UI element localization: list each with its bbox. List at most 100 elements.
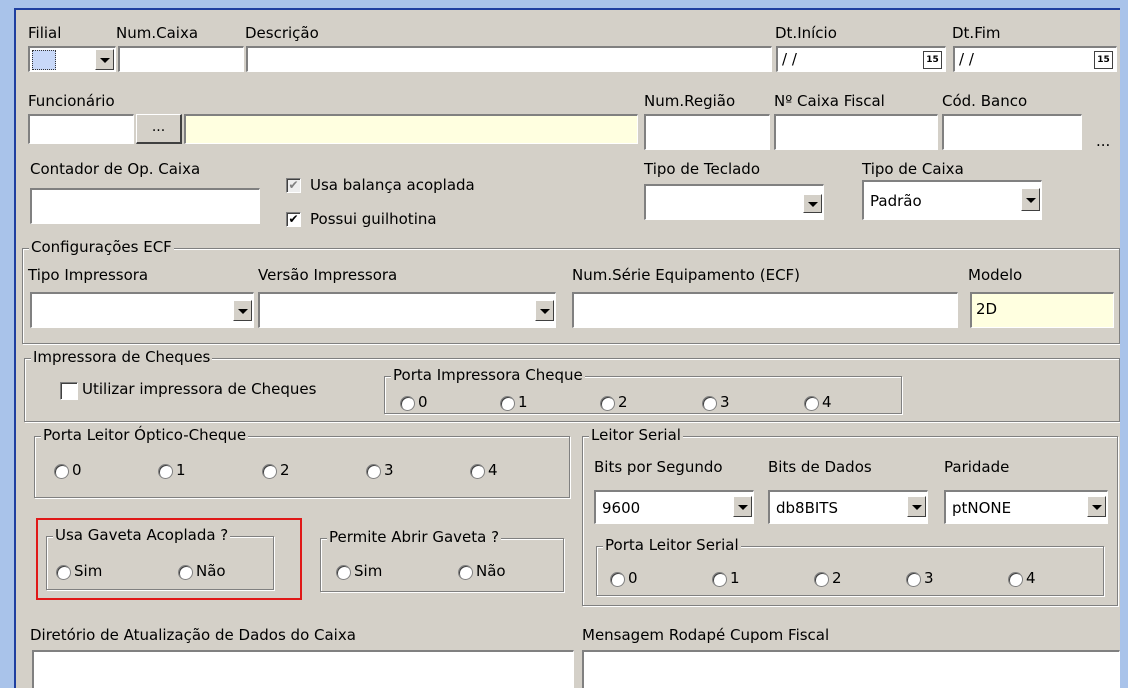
- bits-dados-value: db8BITS: [776, 499, 838, 517]
- utilizar-cheques-checkbox[interactable]: [60, 382, 78, 400]
- porta-serial-radio[interactable]: [610, 572, 625, 587]
- leitor-optico-radio[interactable]: [158, 464, 173, 479]
- bits-dados-combo[interactable]: db8BITS: [768, 490, 928, 524]
- cod-banco-label: Cód. Banco: [942, 92, 1028, 110]
- porta-serial-radio[interactable]: [1008, 572, 1023, 587]
- leitor-optico-radio[interactable]: [366, 464, 381, 479]
- filial-combo[interactable]: [28, 46, 116, 72]
- num-serie-label: Num.Série Equipamento (ECF): [572, 266, 801, 284]
- porta-serial-label: 0: [628, 569, 638, 587]
- permite-gaveta-nao-label: Não: [476, 562, 506, 580]
- caixa-fiscal-field[interactable]: [774, 114, 938, 150]
- leitor-optico-label: 2: [280, 461, 290, 479]
- bits-segundo-label: Bits por Segundo: [594, 458, 723, 476]
- bits-dados-label: Bits de Dados: [768, 458, 872, 476]
- porta-cheque-title: Porta Impressora Cheque: [391, 366, 585, 384]
- num-regiao-field[interactable]: [644, 114, 770, 150]
- paridade-label: Paridade: [944, 458, 1010, 476]
- chevron-down-icon[interactable]: [1087, 496, 1106, 517]
- chevron-down-icon[interactable]: [733, 496, 752, 517]
- tipo-impressora-combo[interactable]: [30, 292, 254, 328]
- chevron-down-icon[interactable]: [1021, 188, 1040, 211]
- bits-segundo-combo[interactable]: 9600: [594, 490, 754, 524]
- porta-serial-label: 3: [924, 569, 934, 587]
- cod-banco-lookup-button[interactable]: ...: [1096, 132, 1110, 150]
- porta-serial-title: Porta Leitor Serial: [603, 536, 741, 554]
- chevron-down-icon[interactable]: [535, 300, 554, 321]
- porta-cheque-radio[interactable]: [500, 396, 515, 411]
- porta-serial-label: 1: [730, 569, 740, 587]
- leitor-optico-radio[interactable]: [262, 464, 277, 479]
- calendar-icon[interactable]: 15: [1094, 51, 1113, 69]
- porta-cheque-radio[interactable]: [702, 396, 717, 411]
- porta-serial-radio[interactable]: [906, 572, 921, 587]
- permite-gaveta-nao-radio[interactable]: [458, 565, 473, 580]
- caixa-fiscal-label: Nº Caixa Fiscal: [774, 92, 885, 110]
- porta-cheque-label: 2: [618, 393, 628, 411]
- funcionario-lookup-button[interactable]: ...: [136, 114, 182, 144]
- contador-field[interactable]: [30, 188, 260, 224]
- porta-cheque-label: 3: [720, 393, 730, 411]
- guilhotina-checkbox[interactable]: ✔: [286, 212, 301, 227]
- permite-gaveta-sim-radio[interactable]: [336, 565, 351, 580]
- porta-serial-radio[interactable]: [712, 572, 727, 587]
- dt-fim-label: Dt.Fim: [952, 24, 1001, 42]
- num-serie-field[interactable]: [572, 292, 958, 328]
- funcionario-label: Funcionário: [28, 92, 115, 110]
- dt-inicio-field[interactable]: / / 15: [776, 46, 946, 72]
- tipo-teclado-combo[interactable]: [644, 184, 824, 220]
- porta-serial-radio[interactable]: [814, 572, 829, 587]
- cheques-group-title: Impressora de Cheques: [31, 348, 213, 366]
- guilhotina-label: Possui guilhotina: [310, 210, 437, 228]
- funcionario-code-field[interactable]: [28, 114, 134, 144]
- filial-selection-highlight: [32, 50, 56, 70]
- descricao-label: Descrição: [245, 24, 319, 42]
- versao-impressora-label: Versão Impressora: [258, 266, 398, 284]
- leitor-optico-label: 0: [72, 461, 82, 479]
- mensagem-label: Mensagem Rodapé Cupom Fiscal: [582, 626, 830, 644]
- usa-gaveta-nao-radio[interactable]: [178, 565, 193, 580]
- tipo-caixa-value: Padrão: [870, 192, 922, 210]
- paridade-value: ptNONE: [952, 499, 1012, 517]
- porta-cheque-label: 1: [518, 393, 528, 411]
- tipo-caixa-label: Tipo de Caixa: [862, 160, 964, 178]
- modelo-field: 2D: [970, 292, 1114, 328]
- mensagem-field[interactable]: [582, 650, 1120, 688]
- leitor-optico-radio[interactable]: [54, 464, 69, 479]
- tipo-teclado-label: Tipo de Teclado: [644, 160, 761, 178]
- utilizar-cheques-label: Utilizar impressora de Cheques: [82, 380, 317, 398]
- porta-cheque-label: 0: [418, 393, 428, 411]
- tipo-caixa-combo[interactable]: Padrão: [862, 180, 1042, 220]
- usa-gaveta-sim-radio[interactable]: [56, 565, 71, 580]
- chevron-down-icon[interactable]: [233, 300, 252, 321]
- dt-fim-field[interactable]: / / 15: [953, 46, 1117, 72]
- versao-impressora-combo[interactable]: [258, 292, 556, 328]
- cod-banco-field[interactable]: [942, 114, 1082, 150]
- balanca-checkbox[interactable]: ✔: [286, 178, 301, 193]
- porta-cheque-radio[interactable]: [600, 396, 615, 411]
- diretorio-label: Diretório de Atualização de Dados do Cai…: [30, 626, 356, 644]
- balanca-label: Usa balança acoplada: [310, 176, 475, 194]
- porta-cheque-radio[interactable]: [400, 396, 415, 411]
- usa-gaveta-sim-label: Sim: [74, 562, 103, 580]
- num-regiao-label: Num.Região: [644, 92, 736, 110]
- calendar-icon[interactable]: 15: [923, 51, 942, 69]
- chevron-down-icon[interactable]: [803, 194, 822, 213]
- porta-cheque-label: 4: [822, 393, 832, 411]
- tipo-impressora-label: Tipo Impressora: [28, 266, 149, 284]
- paridade-combo[interactable]: ptNONE: [944, 490, 1108, 524]
- leitor-optico-radio[interactable]: [470, 464, 485, 479]
- diretorio-field[interactable]: [32, 650, 574, 688]
- permite-gaveta-title: Permite Abrir Gaveta ?: [327, 528, 502, 546]
- permite-gaveta-sim-label: Sim: [354, 562, 383, 580]
- num-caixa-field[interactable]: [118, 46, 244, 72]
- usa-gaveta-nao-label: Não: [196, 562, 226, 580]
- chevron-down-icon[interactable]: [95, 49, 114, 70]
- leitor-optico-label: 3: [384, 461, 394, 479]
- leitor-optico-label: 4: [488, 461, 498, 479]
- leitor-optico-title: Porta Leitor Óptico-Cheque: [41, 426, 249, 444]
- chevron-down-icon[interactable]: [907, 496, 926, 517]
- descricao-field[interactable]: [246, 46, 772, 72]
- porta-cheque-radio[interactable]: [804, 396, 819, 411]
- dt-inicio-value: / /: [782, 50, 797, 68]
